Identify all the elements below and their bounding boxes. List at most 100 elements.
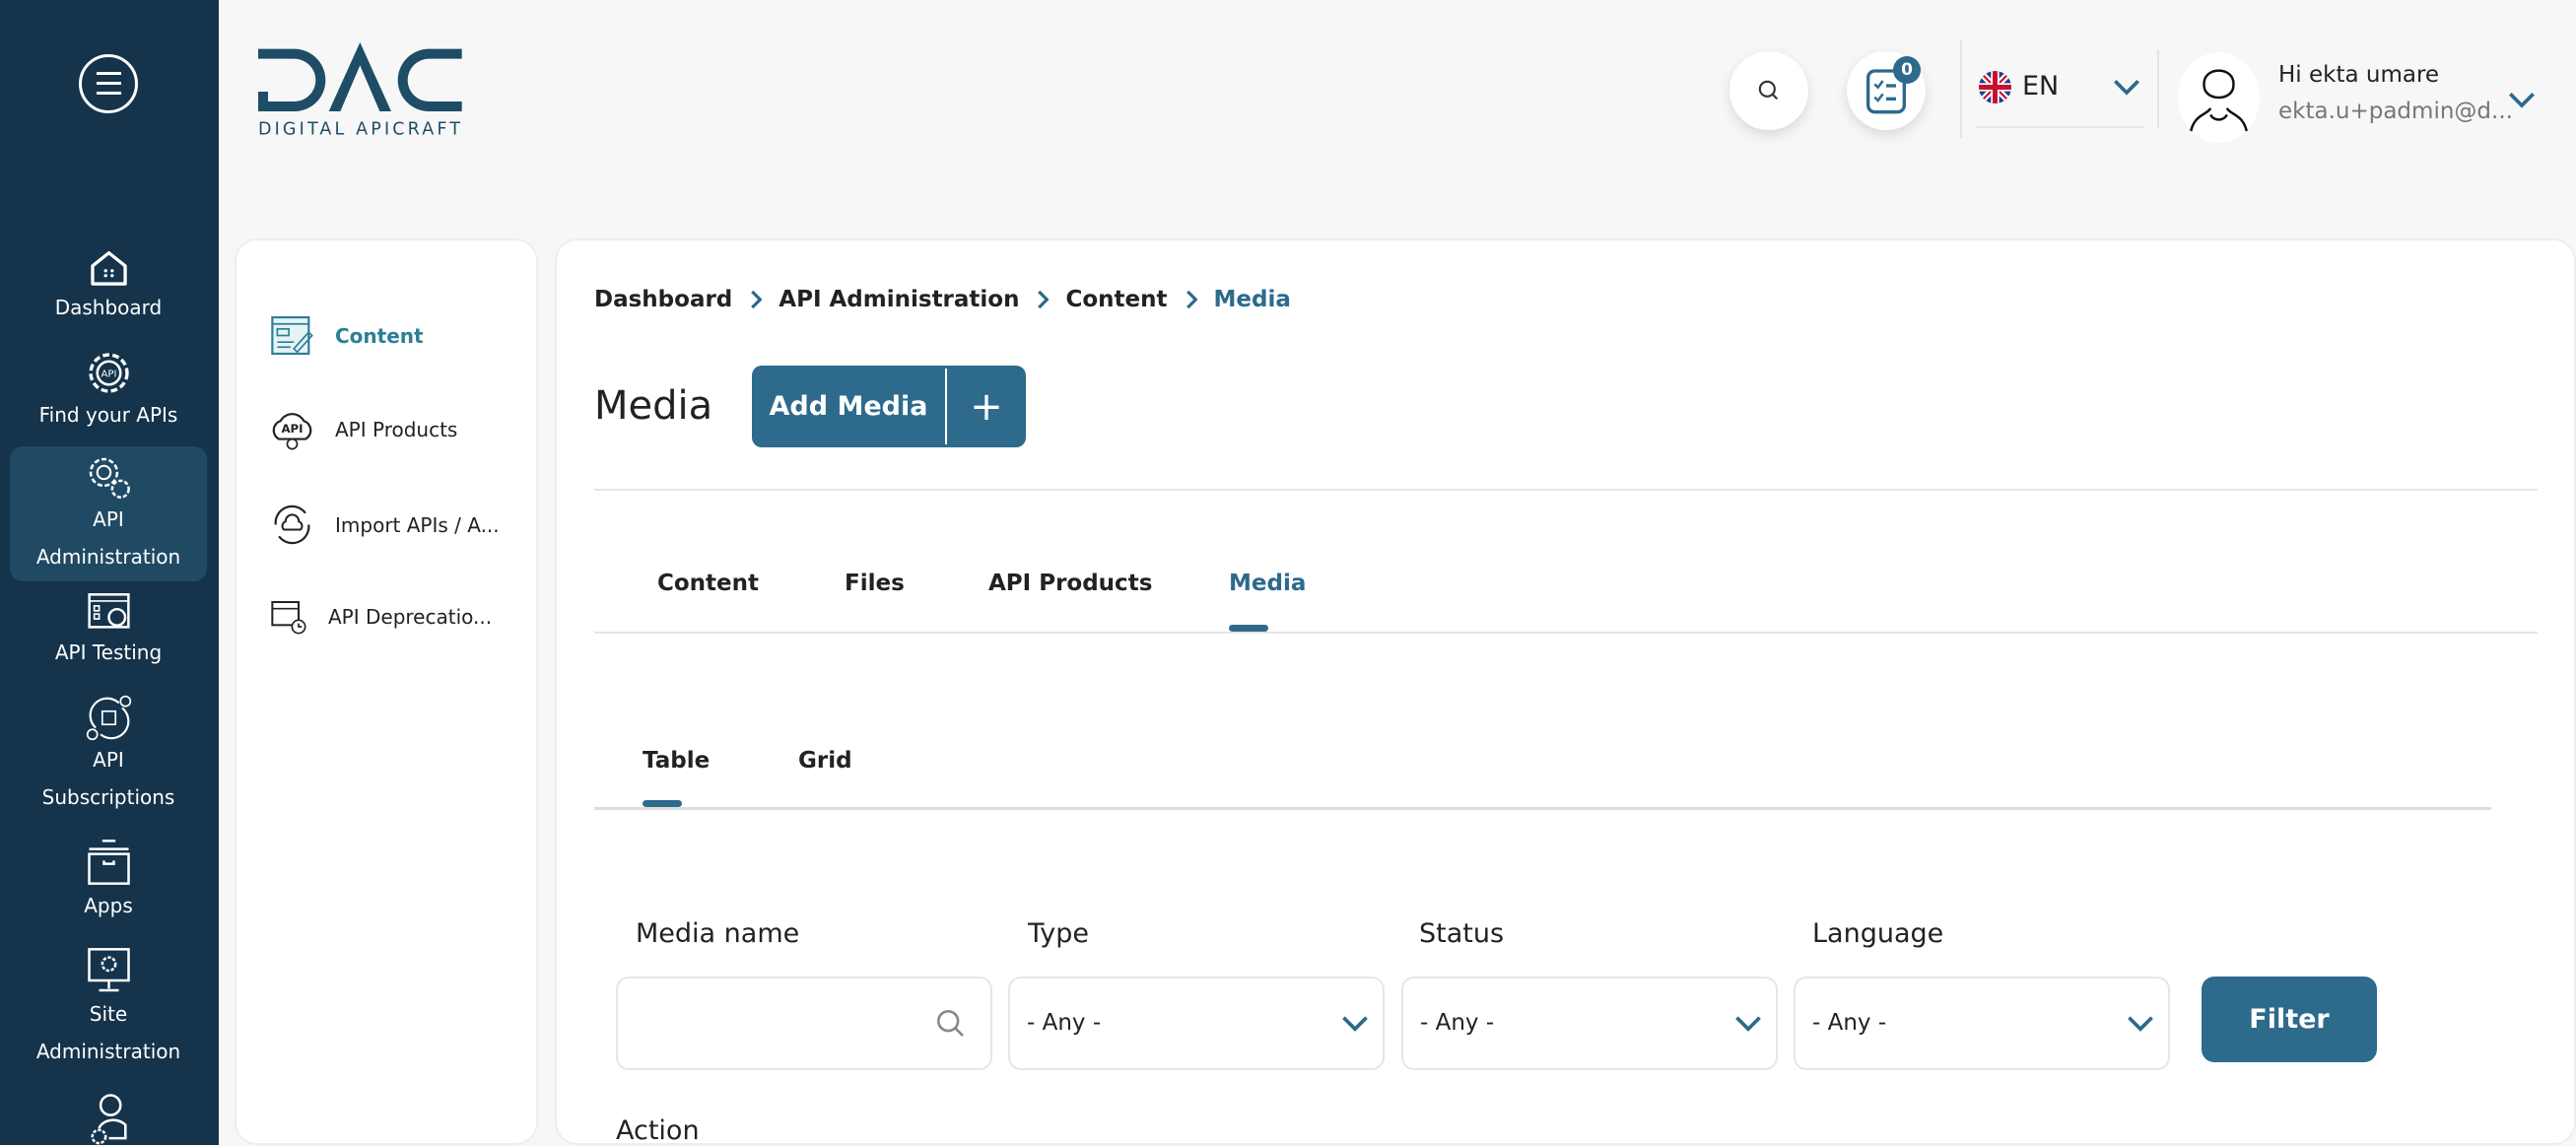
tab-content[interactable]: Content	[657, 571, 759, 596]
subnav-item-api-deprecation[interactable]: API Deprecatio...	[269, 597, 492, 637]
breadcrumb-dashboard[interactable]: Dashboard	[594, 287, 732, 312]
subnav-label: Import APIs / A...	[335, 512, 500, 537]
calendar-clock-icon	[271, 601, 306, 635]
sidebar: Dashboard API Find your APIs API Adminis…	[0, 0, 219, 1145]
uk-flag-icon	[1979, 71, 2011, 103]
type-select[interactable]: - Any -	[1008, 977, 1385, 1070]
breadcrumb-api-administration[interactable]: API Administration	[779, 287, 1019, 312]
chevron-right-icon	[751, 290, 763, 309]
sidebar-item-label: API	[93, 748, 124, 772]
user-greeting: Hi ekta umare	[2278, 62, 2440, 88]
sidebar-item-api-testing[interactable]: API Testing	[10, 591, 207, 671]
svg-text:API: API	[281, 422, 303, 436]
subscriptions-icon	[86, 695, 131, 741]
subnav-item-import-apis[interactable]: Import APIs / A...	[269, 502, 500, 548]
search-icon	[1758, 80, 1779, 101]
breadcrumb: Dashboard API Administration Content Med…	[594, 287, 1291, 312]
sidebar-item-find-apis[interactable]: API Find your APIs	[10, 350, 207, 434]
add-media-label: Add Media	[752, 369, 947, 444]
language-selector[interactable]: EN	[1976, 66, 2143, 128]
sidebar-item-label: Administration	[35, 1040, 181, 1063]
tab-api-products[interactable]: API Products	[988, 571, 1152, 596]
sidebar-item-api-subscriptions[interactable]: API Subscriptions	[10, 695, 207, 816]
sidebar-item-site-administration[interactable]: Site Administration	[10, 946, 207, 1070]
language-label: EN	[2022, 71, 2060, 101]
subnav-label: API Deprecatio...	[328, 605, 493, 629]
task-count-badge: 0	[1893, 56, 1921, 84]
divider	[2157, 49, 2159, 128]
chevron-right-icon	[1038, 290, 1050, 309]
menu-toggle-button[interactable]	[79, 54, 138, 113]
sidebar-item-label: Administration	[35, 545, 181, 569]
api-cloud-icon: API	[272, 413, 312, 450]
sidebar-item-label: API Testing	[54, 640, 163, 664]
chevron-down-icon	[2509, 93, 2535, 108]
sidebar-item-api-administration[interactable]: API Administration	[10, 446, 207, 581]
language-value: - Any -	[1812, 1010, 1887, 1036]
sidebar-item-label: Site	[89, 1002, 128, 1026]
active-tab-indicator	[1229, 625, 1268, 632]
media-name-input[interactable]	[635, 978, 930, 1066]
sidebar-item-label: Subscriptions	[41, 785, 175, 809]
breadcrumb-content[interactable]: Content	[1065, 287, 1167, 312]
tab-media[interactable]: Media	[1229, 571, 1306, 596]
status-value: - Any -	[1420, 1010, 1495, 1036]
sidebar-item-apps[interactable]: Apps	[10, 838, 207, 924]
sidebar-item-label: API	[93, 507, 124, 531]
action-label: Action	[616, 1115, 700, 1146]
subnav-item-content[interactable]: Content	[269, 312, 424, 359]
subnav-label: API Products	[335, 417, 458, 441]
gears-icon	[89, 457, 130, 499]
cloud-sync-icon	[274, 505, 310, 545]
add-media-button[interactable]: Add Media +	[752, 366, 1026, 447]
tasks-button[interactable]: 0	[1847, 51, 1926, 130]
active-view-indicator	[643, 800, 682, 807]
divider	[594, 489, 2538, 491]
dac-logo[interactable]: DIGITAL APICRAFT	[258, 42, 465, 145]
box-icon	[87, 840, 130, 885]
search-button[interactable]	[1729, 51, 1808, 130]
status-select[interactable]: - Any -	[1401, 977, 1778, 1070]
media-name-label: Media name	[636, 918, 800, 949]
breadcrumb-media: Media	[1213, 287, 1291, 312]
status-label: Status	[1419, 918, 1505, 949]
type-label: Type	[1028, 918, 1090, 949]
sidebar-item-label: Find your APIs	[38, 403, 178, 427]
chevron-down-icon	[2128, 1016, 2153, 1032]
sidebar-item-label: Apps	[84, 894, 133, 917]
search-icon	[936, 1009, 964, 1037]
chevron-down-icon	[1735, 1016, 1761, 1032]
user-email: ekta.u+padmin@d...	[2278, 99, 2513, 124]
subnav-item-api-products[interactable]: API API Products	[269, 406, 457, 452]
divider	[594, 807, 2491, 810]
user-icon	[2190, 69, 2248, 132]
subnav-label: Content	[335, 323, 424, 348]
svg-text:API: API	[101, 370, 116, 380]
sidebar-item-dashboard[interactable]: Dashboard	[10, 246, 207, 326]
svg-text:DIGITAL APICRAFT: DIGITAL APICRAFT	[258, 119, 460, 139]
filter-button[interactable]: Filter	[2202, 977, 2377, 1062]
home-icon	[90, 250, 127, 286]
user-gear-icon	[90, 1094, 127, 1145]
chevron-down-icon	[2114, 80, 2139, 96]
media-name-field[interactable]	[616, 977, 992, 1070]
language-select[interactable]: - Any -	[1794, 977, 2170, 1070]
testing-icon	[87, 593, 130, 629]
page-title: Media	[594, 383, 713, 429]
sidebar-item-user-admin[interactable]	[10, 1092, 207, 1145]
divider	[594, 632, 2538, 634]
monitor-gear-icon	[87, 948, 130, 992]
sub-navigation: Content API API Products Import APIs / A…	[235, 238, 538, 1145]
avatar	[2178, 52, 2260, 143]
sidebar-item-label: Dashboard	[54, 296, 163, 319]
content-edit-icon	[271, 315, 313, 356]
api-gear-icon: API	[88, 353, 129, 393]
plus-icon: +	[970, 383, 1003, 430]
tab-files[interactable]: Files	[845, 571, 905, 596]
main-panel: Dashboard API Administration Content Med…	[555, 238, 2576, 1145]
view-tab-table[interactable]: Table	[643, 748, 710, 774]
divider	[1960, 39, 1962, 138]
view-tab-grid[interactable]: Grid	[798, 748, 852, 774]
chevron-down-icon	[1342, 1016, 1368, 1032]
type-value: - Any -	[1027, 1010, 1102, 1036]
